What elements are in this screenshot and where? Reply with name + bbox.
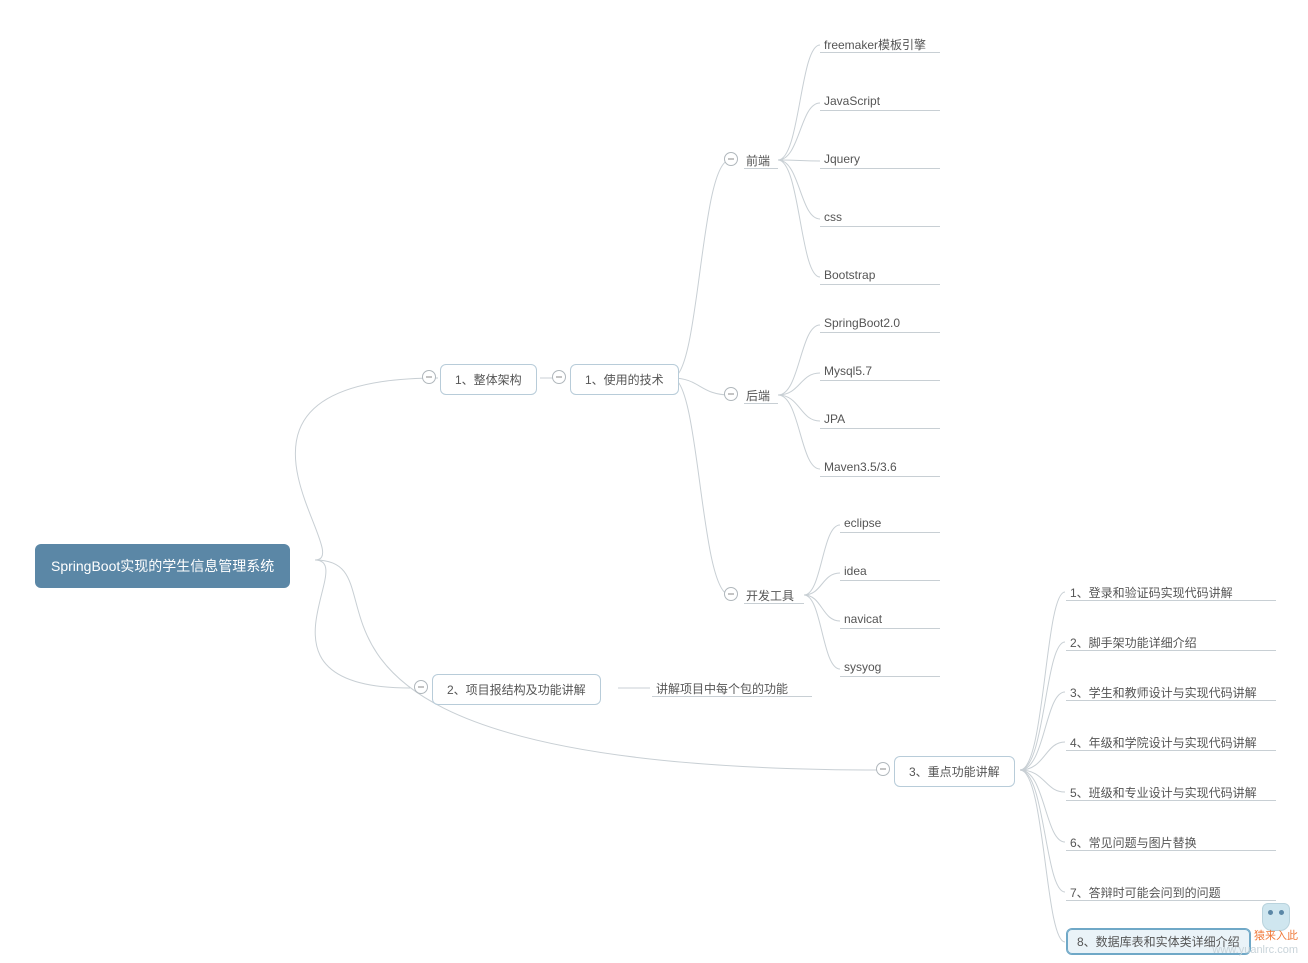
leaf-sysyog[interactable]: sysyog — [844, 660, 881, 674]
connector-lines — [0, 0, 1308, 963]
underline — [652, 696, 812, 697]
node-devtool[interactable]: 开发工具 — [746, 587, 794, 604]
underline — [744, 403, 778, 404]
collapse-icon[interactable] — [422, 370, 436, 384]
leaf-kp-4[interactable]: 4、年级和学院设计与实现代码讲解 — [1070, 734, 1257, 751]
node-label: 后端 — [746, 389, 770, 403]
node-label: 3、重点功能讲解 — [909, 765, 1000, 779]
leaf-mysql[interactable]: Mysql5.7 — [824, 364, 872, 378]
watermark: 猿来入此 www.yuanlrc.com — [1212, 929, 1298, 957]
collapse-icon[interactable] — [876, 762, 890, 776]
node-backend[interactable]: 后端 — [746, 387, 770, 404]
leaf-structure-desc[interactable]: 讲解项目中每个包的功能 — [656, 680, 788, 697]
root-label: SpringBoot实现的学生信息管理系统 — [51, 558, 274, 574]
leaf-eclipse[interactable]: eclipse — [844, 516, 881, 530]
leaf-kp-6[interactable]: 6、常见问题与图片替换 — [1070, 834, 1197, 851]
leaf-jquery[interactable]: Jquery — [824, 152, 860, 166]
collapse-icon[interactable] — [552, 370, 566, 384]
leaf-kp-7[interactable]: 7、答辩时可能会问到的问题 — [1070, 884, 1221, 901]
root-node[interactable]: SpringBoot实现的学生信息管理系统 — [35, 544, 290, 588]
node-label: 1、整体架构 — [455, 373, 522, 387]
node-label: 1、使用的技术 — [585, 373, 664, 387]
node-structure[interactable]: 2、项目报结构及功能讲解 — [432, 674, 601, 705]
leaf-idea[interactable]: idea — [844, 564, 867, 578]
node-tech[interactable]: 1、使用的技术 — [570, 364, 679, 395]
mindmap-canvas: { "root": "SpringBoot实现的学生信息管理系统", "n1":… — [0, 0, 1308, 963]
node-label: 前端 — [746, 154, 770, 168]
leaf-maven[interactable]: Maven3.5/3.6 — [824, 460, 897, 474]
leaf-kp-1[interactable]: 1、登录和验证码实现代码讲解 — [1070, 584, 1233, 601]
underline — [744, 168, 778, 169]
leaf-kp-5[interactable]: 5、班级和专业设计与实现代码讲解 — [1070, 784, 1257, 801]
collapse-icon[interactable] — [724, 387, 738, 401]
leaf-kp-3[interactable]: 3、学生和教师设计与实现代码讲解 — [1070, 684, 1257, 701]
node-keypoints[interactable]: 3、重点功能讲解 — [894, 756, 1015, 787]
leaf-javascript[interactable]: JavaScript — [824, 94, 880, 108]
collapse-icon[interactable] — [724, 587, 738, 601]
watermark-title: 猿来入此 — [1254, 930, 1298, 942]
leaf-bootstrap[interactable]: Bootstrap — [824, 268, 875, 282]
collapse-icon[interactable] — [724, 152, 738, 166]
mascot-icon — [1262, 903, 1290, 931]
collapse-icon[interactable] — [414, 680, 428, 694]
leaf-navicat[interactable]: navicat — [844, 612, 882, 626]
watermark-url: www.yuanlrc.com — [1212, 944, 1298, 956]
underline — [744, 603, 804, 604]
leaf-freemaker[interactable]: freemaker模板引擎 — [824, 36, 926, 53]
node-architecture[interactable]: 1、整体架构 — [440, 364, 537, 395]
node-label: 开发工具 — [746, 589, 794, 603]
leaf-css[interactable]: css — [824, 210, 842, 224]
leaf-kp-2[interactable]: 2、脚手架功能详细介绍 — [1070, 634, 1197, 651]
leaf-springboot[interactable]: SpringBoot2.0 — [824, 316, 900, 330]
node-frontend[interactable]: 前端 — [746, 152, 770, 169]
node-label: 2、项目报结构及功能讲解 — [447, 683, 586, 697]
leaf-jpa[interactable]: JPA — [824, 412, 845, 426]
